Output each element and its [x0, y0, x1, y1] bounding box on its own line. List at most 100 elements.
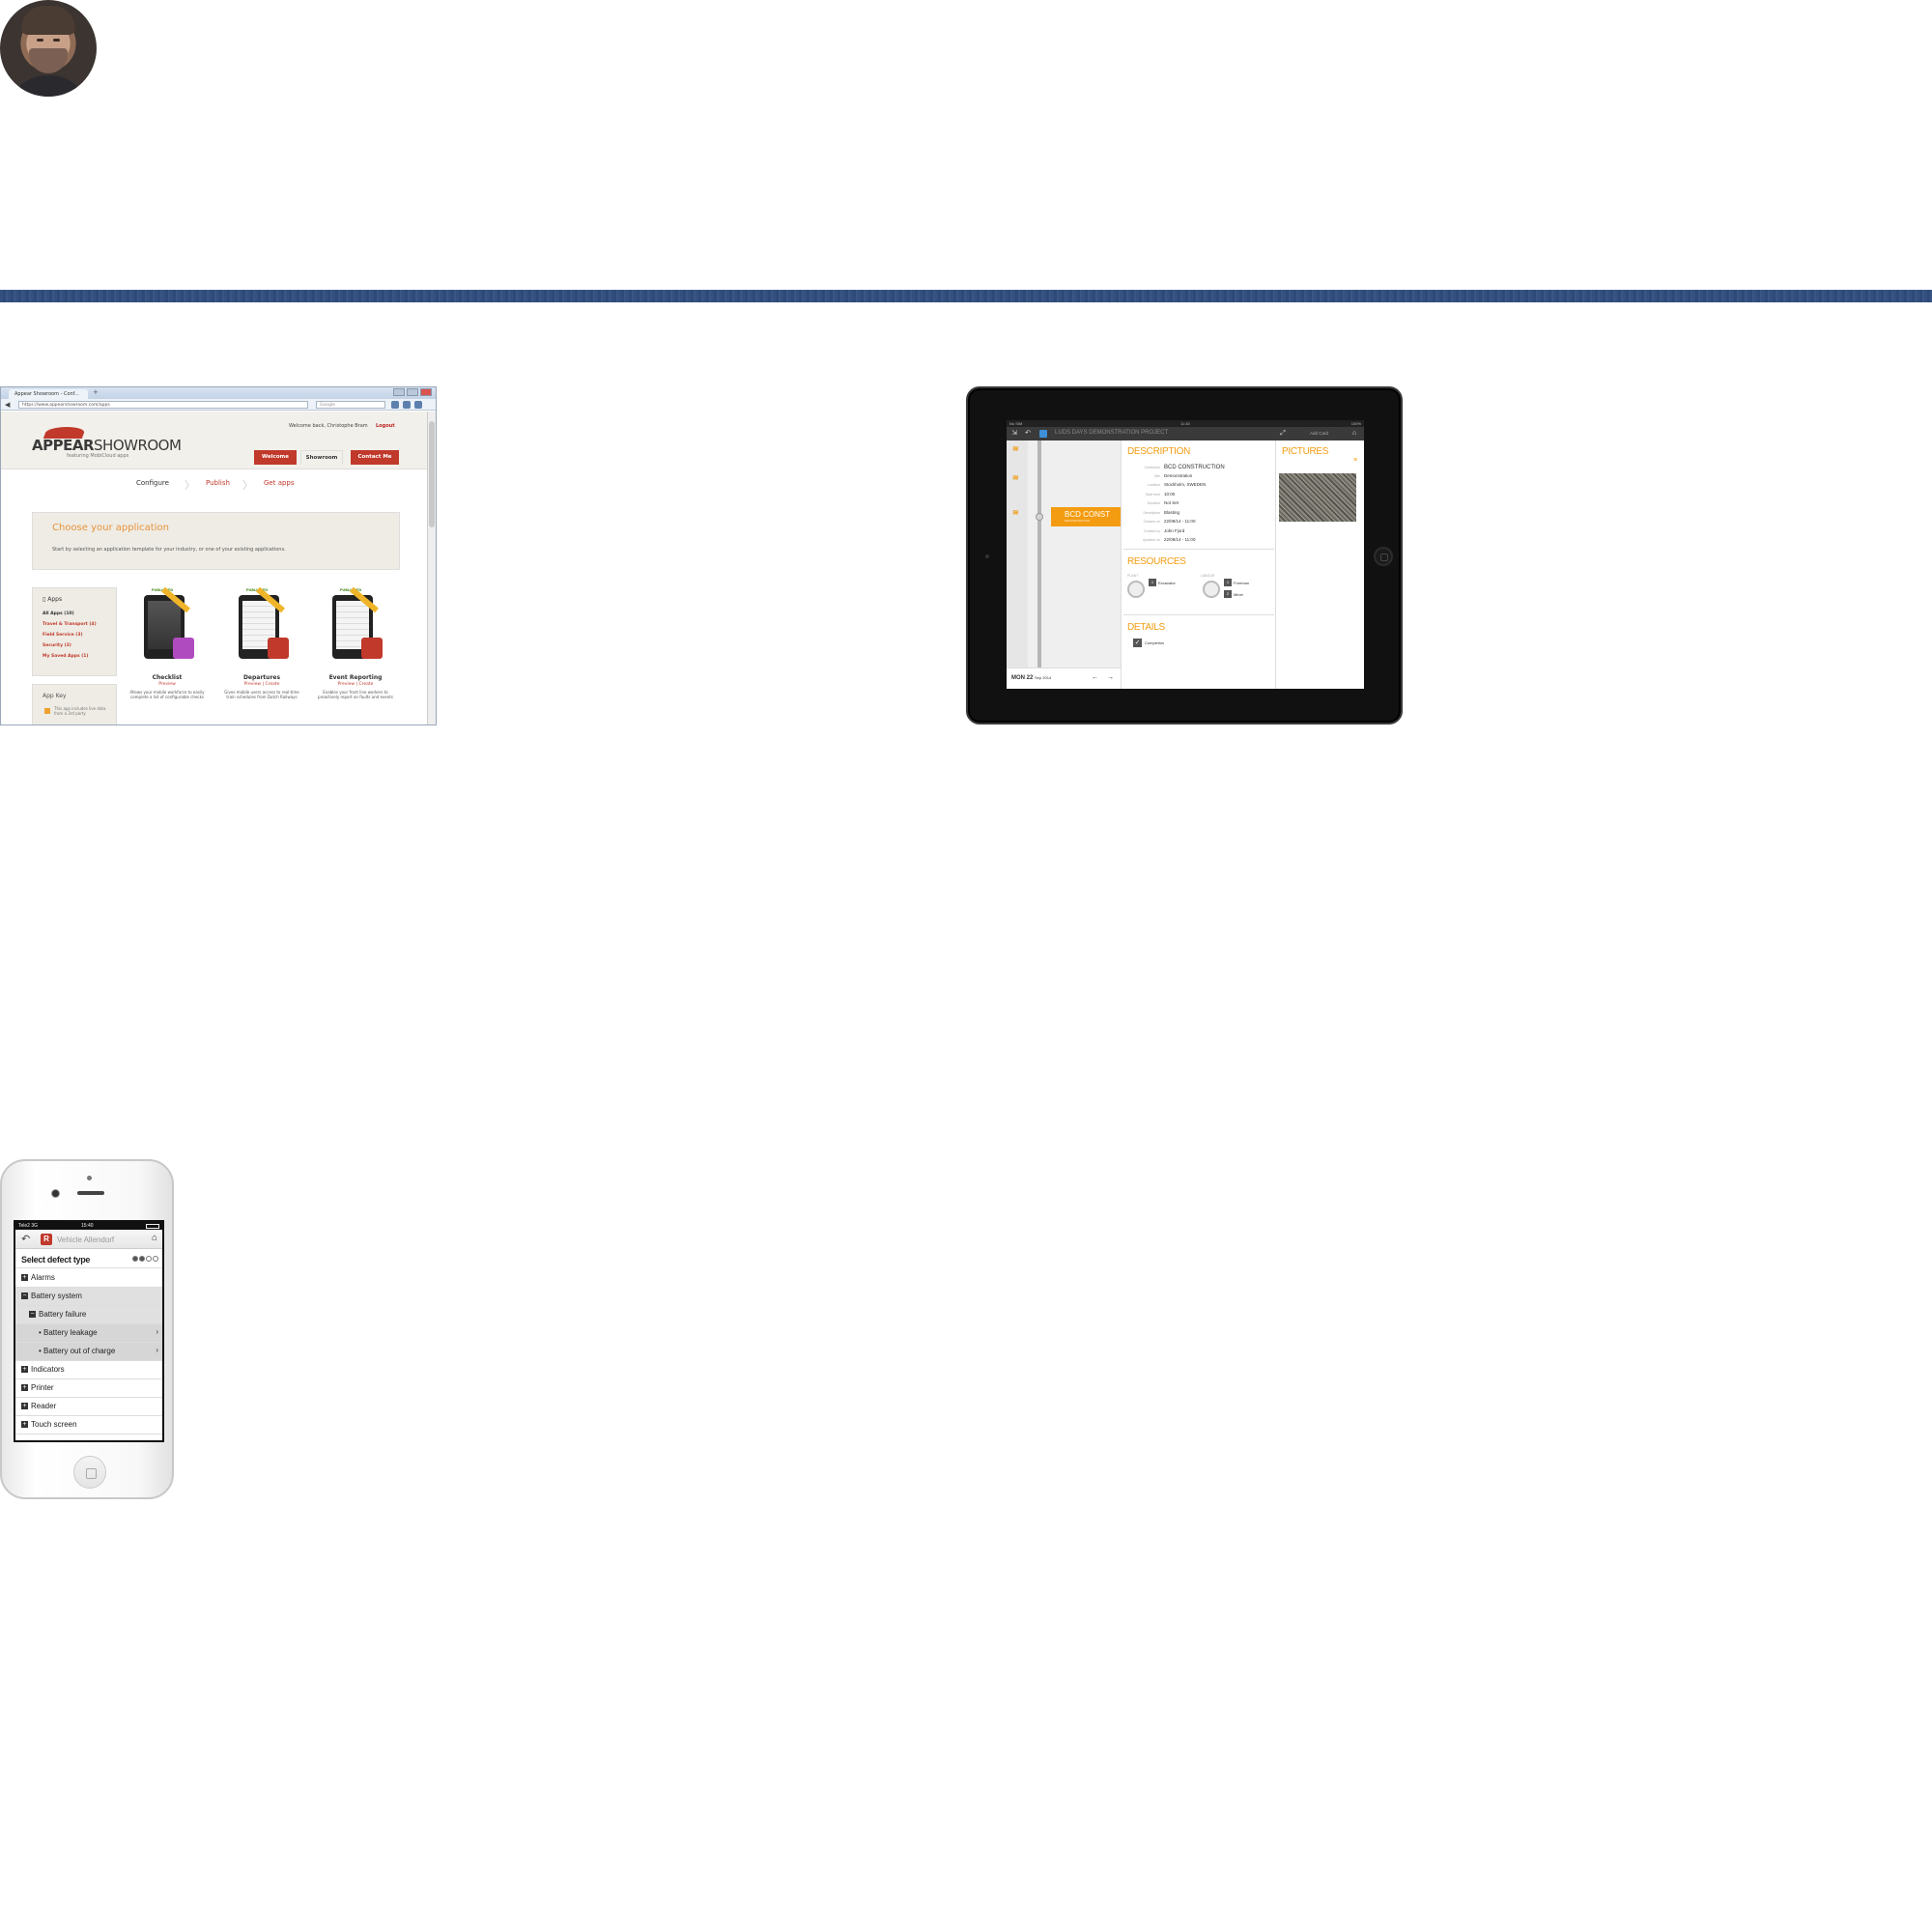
home-icon[interactable]: ⌂ [152, 1233, 157, 1243]
app-card-departures[interactable]: PUBLISHED Departures Preview | Create Gi… [221, 586, 302, 723]
step-configure[interactable]: Configure [136, 479, 169, 487]
step-progress [132, 1256, 158, 1262]
defect-row[interactable]: + Reader [15, 1398, 162, 1416]
site-photo[interactable] [1279, 473, 1356, 522]
defect-row[interactable]: + Indicators [15, 1361, 162, 1379]
menu-icon[interactable] [414, 401, 422, 409]
back-icon[interactable]: ↶ [21, 1233, 30, 1245]
choose-title: Choose your application [52, 523, 169, 533]
app-key-text: This app includes live data from a 3rd p… [54, 706, 106, 716]
completion-checkbox[interactable]: ✓ [1133, 639, 1142, 647]
back-forward-icon[interactable]: ◀ [5, 401, 10, 409]
app-card-event-reporting[interactable]: PUBLISHED Event Reporting Preview | Crea… [315, 586, 396, 723]
speaker-icon [77, 1191, 104, 1195]
defect-row[interactable]: + Alarms [15, 1269, 162, 1288]
prev-day-icon[interactable]: ← [1092, 674, 1098, 681]
detail-panel: DESCRIPTION Contractor BCD CONSTRUCTION S… [1121, 440, 1275, 689]
browser-screenshot: Appear Showroom - Conf... + ◀ https://ww… [0, 386, 437, 725]
defect-row[interactable]: − Battery system [15, 1288, 162, 1306]
app-name[interactable]: Checklist [127, 674, 208, 681]
browser-tab[interactable]: Appear Showroom - Conf... [9, 389, 88, 399]
apps-title: ▯ Apps [43, 596, 63, 603]
pictures-panel: PICTURES ≡ [1275, 440, 1364, 689]
expand-icon[interactable]: + [21, 1366, 28, 1373]
defect-label: Battery failure [39, 1310, 87, 1319]
phone-screen: Tele2 3G 15:40 ↶ R Vehicle Allendorf ⌂ S… [14, 1220, 164, 1442]
expand-icon[interactable]: + [21, 1421, 28, 1428]
new-tab-icon[interactable]: + [93, 388, 99, 396]
expand-icon[interactable]: + [21, 1384, 28, 1391]
app-key-title: App Key [43, 693, 67, 699]
app-name[interactable]: Event Reporting [315, 674, 396, 681]
next-day-icon[interactable]: → [1107, 674, 1114, 681]
apps-filter-item[interactable]: Security (3) [43, 643, 71, 648]
home-button[interactable] [1374, 547, 1393, 566]
chevron-right-icon: › [156, 1346, 158, 1354]
defect-row[interactable]: • Battery leakage › [15, 1324, 162, 1343]
nav-welcome[interactable]: Welcome [254, 450, 297, 465]
field-value: 22/09/14 - 11:00 [1164, 537, 1196, 542]
home-icon[interactable]: ⌂ [1350, 430, 1358, 438]
expand-icon[interactable]: + [21, 1274, 28, 1281]
defect-label: • Battery leakage [39, 1328, 98, 1337]
apps-filter-item[interactable]: My Saved Apps (1) [43, 654, 88, 659]
tablet-screen: No SIM 11:30 100% ⇲ ↶ LUDS DAYS DEMONSTR… [1007, 420, 1364, 689]
field-value: Blasting [1164, 510, 1180, 515]
browser-search-input[interactable]: Google [316, 401, 385, 409]
expand-icon[interactable]: + [21, 1403, 28, 1409]
field-value: BCD CONSTRUCTION [1164, 465, 1225, 470]
back-icon[interactable]: ↶ [1024, 430, 1032, 438]
site-logo[interactable]: APPEARSHOWROOM [32, 437, 182, 454]
collapse-icon[interactable]: − [21, 1293, 28, 1299]
checklist-icon [173, 638, 194, 659]
step-publish[interactable]: Publish [206, 479, 230, 487]
pictures-title: PICTURES [1282, 446, 1329, 457]
exit-icon[interactable]: ⇲ [1010, 430, 1018, 438]
defect-label: Touch screen [31, 1420, 77, 1429]
apps-filter-item[interactable]: Travel & Transport (4) [43, 622, 97, 627]
defect-row[interactable]: + Printer [15, 1379, 162, 1398]
rss-icon [44, 708, 50, 714]
resources-title: RESOURCES [1127, 556, 1186, 567]
logout-link[interactable]: Logout [376, 423, 395, 429]
expand-icon[interactable]: ⤢ [1279, 430, 1287, 438]
worker-icon [1203, 581, 1220, 598]
apps-filter-item[interactable]: All Apps (10) [43, 611, 74, 616]
timeline-marker-icon: ≋ [1012, 473, 1019, 482]
app-name[interactable]: Departures [221, 674, 302, 681]
app-links[interactable]: Preview | Create [315, 682, 396, 687]
defect-row[interactable]: • Battery out of charge › [15, 1343, 162, 1361]
defect-row[interactable]: − Battery failure [15, 1306, 162, 1324]
timeline-node[interactable] [1036, 513, 1043, 521]
date-bar: MON 22 Sep 2014 ← → [1007, 668, 1121, 689]
url-bar[interactable]: https://www.appearshowroom.com/apps [18, 401, 308, 409]
app-links[interactable]: Preview | Create [221, 682, 302, 687]
defect-label: Alarms [31, 1273, 55, 1282]
nav-contact[interactable]: Contact Me [351, 450, 399, 465]
timeline-card-tag[interactable]: BCD CONST DEMONSTRATION [1051, 507, 1121, 526]
pictures-menu-icon[interactable]: ≡ [1353, 457, 1357, 464]
phone-header: ↶ R Vehicle Allendorf ⌂ [15, 1230, 162, 1249]
app-card-checklist[interactable]: PUBLISHED Checklist Preview Allows your … [127, 586, 208, 723]
details-title: DETAILS [1127, 622, 1165, 633]
home-icon[interactable] [403, 401, 411, 409]
defect-label: • Battery out of charge [39, 1347, 116, 1355]
field-value: Stockholm, SWEDEN [1164, 482, 1207, 487]
apps-filter-panel: ▯ Apps All Apps (10) Travel & Transport … [32, 587, 117, 676]
welcome-text: Welcome back, Christophe Bram [289, 423, 368, 429]
scrollbar[interactable] [427, 412, 436, 724]
add-card-button[interactable]: Add Card [1310, 431, 1328, 436]
nav-showroom[interactable]: Showroom [300, 450, 343, 465]
app-links[interactable]: Preview [127, 682, 208, 687]
download-icon[interactable] [391, 401, 399, 409]
window-controls[interactable] [393, 388, 432, 396]
timeline[interactable]: ≋ ≋ ≋ BCD CONST DEMONSTRATION [1007, 440, 1121, 668]
apps-filter-item[interactable]: Field Service (3) [43, 633, 83, 638]
collapse-icon[interactable]: − [29, 1311, 36, 1318]
step-get-apps[interactable]: Get apps [264, 479, 295, 487]
home-button[interactable] [73, 1456, 106, 1489]
choose-text: Start by selecting an application templa… [52, 547, 286, 553]
site-header: APPEARSHOWROOM featuring MobiCloud apps … [1, 412, 428, 469]
defect-row[interactable]: + Touch screen [15, 1416, 162, 1435]
resource-name: Foreman [1234, 581, 1250, 585]
